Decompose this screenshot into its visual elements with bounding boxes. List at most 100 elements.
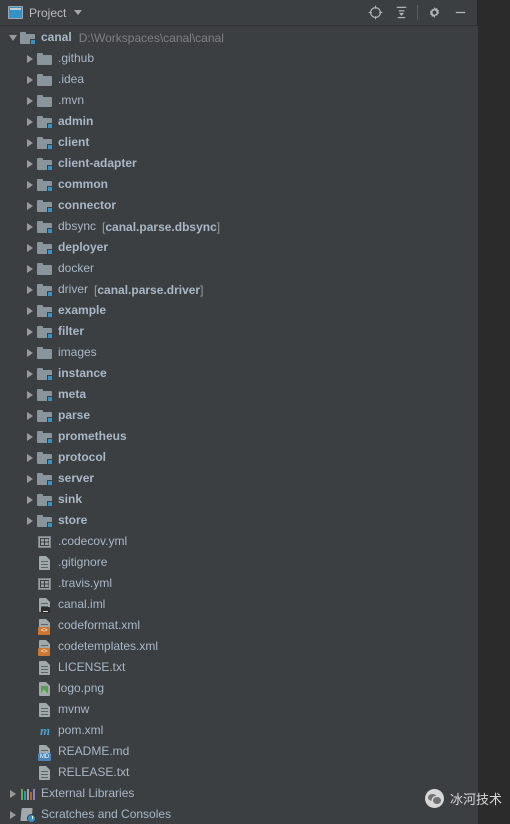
expand-collapse-toggle[interactable]: [23, 363, 37, 384]
triangle-right-icon: [27, 75, 33, 84]
tree-row[interactable]: Scratches and Consoles: [0, 804, 478, 824]
expand-collapse-toggle[interactable]: [23, 258, 37, 279]
expand-collapse-toggle[interactable]: [23, 510, 37, 531]
tree-row-label: README.md: [58, 744, 130, 758]
tree-row[interactable]: client: [0, 132, 478, 153]
tree-row[interactable]: .gitignore: [0, 552, 478, 573]
tree-row-label: driver: [58, 282, 89, 296]
image-file-icon: [37, 681, 53, 697]
expand-collapse-toggle[interactable]: [6, 27, 20, 48]
tree-row[interactable]: .github: [0, 48, 478, 69]
tree-row-label: LICENSE.txt: [58, 660, 126, 674]
tree-row[interactable]: store: [0, 510, 478, 531]
module-folder-icon: [37, 177, 53, 193]
tree-row-label: codetemplates.xml: [58, 639, 159, 653]
collapse-all-button[interactable]: [388, 2, 414, 24]
tree-item-container: .github .idea .mvn admin client client-adapte…: [0, 48, 478, 824]
expand-collapse-toggle[interactable]: [23, 216, 37, 237]
tree-row[interactable]: LICENSE.txt: [0, 657, 478, 678]
tree-row[interactable]: MD README.md: [0, 741, 478, 762]
triangle-right-icon: [27, 264, 33, 273]
expand-collapse-toggle[interactable]: [23, 111, 37, 132]
tree-row-label: canal: [41, 30, 72, 44]
project-tree[interactable]: canal D:\Workspaces\canal\canal .github.…: [0, 26, 478, 824]
maven-pom-icon: m: [39, 722, 51, 738]
expand-collapse-toggle[interactable]: [23, 405, 37, 426]
settings-button[interactable]: [421, 2, 447, 24]
folder-icon: [37, 72, 53, 88]
expand-collapse-toggle[interactable]: [23, 90, 37, 111]
module-folder-icon: [20, 30, 36, 46]
module-folder-icon: [37, 114, 53, 130]
expand-collapse-toggle[interactable]: [23, 174, 37, 195]
project-path: D:\Workspaces\canal\canal: [78, 30, 224, 45]
tree-row[interactable]: dbsync [canal.parse.dbsync]: [0, 216, 478, 237]
tree-row[interactable]: mvnw: [0, 699, 478, 720]
tree-row[interactable]: parse: [0, 405, 478, 426]
tree-row[interactable]: images: [0, 342, 478, 363]
tree-row[interactable]: common: [0, 174, 478, 195]
expand-collapse-toggle[interactable]: [23, 384, 37, 405]
module-qualified-name: [canal.parse.dbsync]: [102, 219, 221, 234]
expand-collapse-toggle[interactable]: [23, 468, 37, 489]
expand-collapse-toggle[interactable]: [23, 426, 37, 447]
tree-row[interactable]: docker: [0, 258, 478, 279]
expand-collapse-toggle[interactable]: [23, 195, 37, 216]
tree-row[interactable]: <> codetemplates.xml: [0, 636, 478, 657]
expand-collapse-toggle[interactable]: [6, 783, 20, 804]
expand-collapse-toggle[interactable]: [6, 804, 20, 824]
tree-row[interactable]: admin: [0, 111, 478, 132]
module-folder-icon: [37, 240, 53, 256]
expand-collapse-toggle[interactable]: [23, 69, 37, 90]
tree-row[interactable]: RELEASE.txt: [0, 762, 478, 783]
tree-row-label: docker: [58, 261, 95, 275]
expand-collapse-toggle[interactable]: [23, 321, 37, 342]
tree-row[interactable]: .mvn: [0, 90, 478, 111]
tree-row[interactable]: <> codeformat.xml: [0, 615, 478, 636]
chevron-down-icon[interactable]: [74, 10, 83, 15]
expand-collapse-toggle[interactable]: [23, 342, 37, 363]
expand-collapse-toggle[interactable]: [23, 279, 37, 300]
tree-row[interactable]: server: [0, 468, 478, 489]
tree-row[interactable]: sink: [0, 489, 478, 510]
tree-row[interactable]: logo.png: [0, 678, 478, 699]
expand-collapse-toggle[interactable]: [23, 300, 37, 321]
tree-row[interactable]: m pom.xml: [0, 720, 478, 741]
tool-window-header: Project: [0, 0, 477, 26]
expand-collapse-toggle[interactable]: [23, 153, 37, 174]
text-file-icon: [37, 765, 53, 781]
expand-collapse-toggle[interactable]: [23, 48, 37, 69]
tree-row-label: instance: [58, 366, 107, 380]
tree-row[interactable]: .travis.yml: [0, 573, 478, 594]
tree-row[interactable]: meta: [0, 384, 478, 405]
tree-row[interactable]: protocol: [0, 447, 478, 468]
tree-row[interactable]: .codecov.yml: [0, 531, 478, 552]
triangle-right-icon: [27, 222, 33, 231]
expand-collapse-toggle[interactable]: [23, 489, 37, 510]
hide-button[interactable]: [447, 2, 473, 24]
tree-row[interactable]: instance: [0, 363, 478, 384]
tree-row-label: .idea: [58, 72, 85, 86]
tree-row[interactable]: prometheus: [0, 426, 478, 447]
tree-row[interactable]: External Libraries: [0, 783, 478, 804]
tree-row[interactable]: driver [canal.parse.driver]: [0, 279, 478, 300]
tree-row[interactable]: canal.iml: [0, 594, 478, 615]
tree-row-root[interactable]: canal D:\Workspaces\canal\canal: [0, 27, 478, 48]
tree-row[interactable]: deployer: [0, 237, 478, 258]
module-folder-icon: [37, 471, 53, 487]
tree-row[interactable]: .idea: [0, 69, 478, 90]
toolbar-separator: [417, 5, 418, 20]
expand-collapse-toggle[interactable]: [23, 447, 37, 468]
module-folder-icon: [37, 219, 53, 235]
expand-collapse-toggle[interactable]: [23, 132, 37, 153]
tool-window-title-group[interactable]: Project: [8, 6, 362, 20]
tree-row[interactable]: connector: [0, 195, 478, 216]
expand-collapse-toggle[interactable]: [23, 237, 37, 258]
tree-row[interactable]: filter: [0, 321, 478, 342]
tree-row[interactable]: example: [0, 300, 478, 321]
tree-row[interactable]: client-adapter: [0, 153, 478, 174]
select-opened-file-button[interactable]: [362, 2, 388, 24]
